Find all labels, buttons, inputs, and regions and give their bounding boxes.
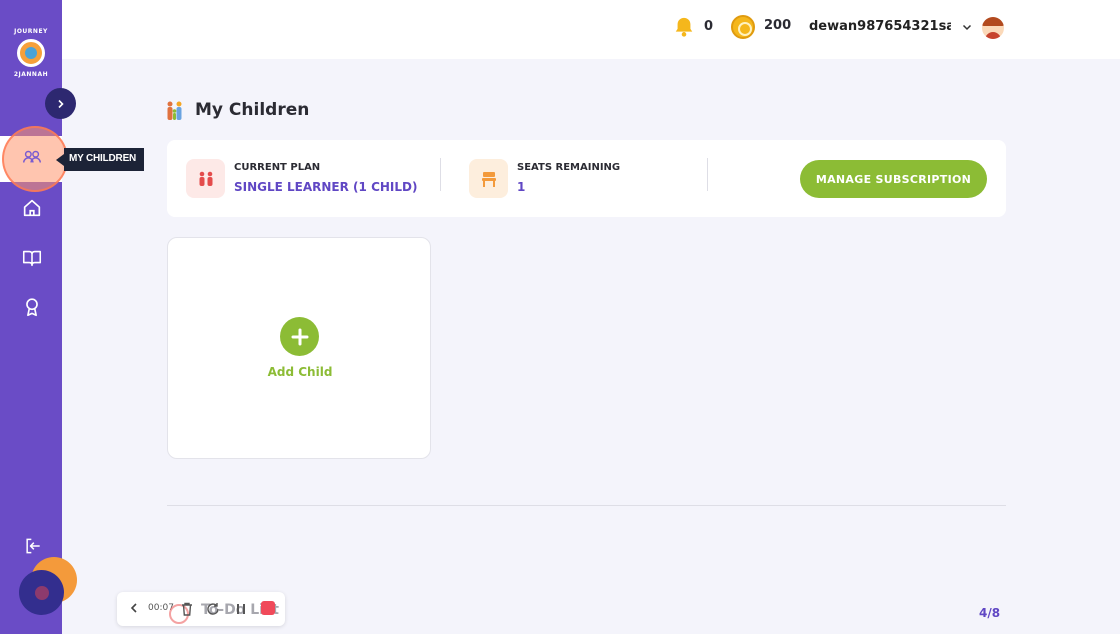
plan-card: CURRENT PLAN SINGLE LEARNER (1 CHILD) SE… <box>167 140 1006 217</box>
restart-icon[interactable] <box>205 601 221 617</box>
people-icon <box>199 171 212 186</box>
trash-icon[interactable] <box>179 601 195 617</box>
chevron-down-icon[interactable] <box>961 21 973 33</box>
current-plan-label: CURRENT PLAN <box>234 162 321 173</box>
current-plan-value: SINGLE LEARNER (1 CHILD) <box>234 180 418 194</box>
brand-logo[interactable]: JOURNEY 2JANNAH <box>8 28 54 78</box>
book-icon[interactable] <box>21 247 43 269</box>
notification-count: 0 <box>704 19 714 34</box>
manage-subscription-button[interactable]: MANAGE SUBSCRIPTION <box>800 160 987 198</box>
children-icon[interactable] <box>21 146 43 168</box>
divider <box>440 158 441 191</box>
add-child-label: Add Child <box>267 365 333 379</box>
family-icon <box>167 101 182 120</box>
coin-icon <box>731 15 755 39</box>
pause-icon[interactable] <box>233 601 249 617</box>
stop-icon[interactable] <box>261 601 275 615</box>
record-button[interactable] <box>19 570 64 615</box>
chevron-right-icon <box>57 99 64 108</box>
avatar[interactable] <box>982 17 1004 39</box>
step-counter: 4/8 <box>979 606 1001 620</box>
seats-remaining-value: 1 <box>517 180 526 194</box>
chevron-left-icon[interactable] <box>127 601 141 615</box>
record-dot-icon <box>34 585 49 600</box>
seat-icon-box <box>469 159 508 198</box>
username[interactable]: dewan987654321safarp... <box>809 19 951 34</box>
compass-icon <box>17 39 45 67</box>
recorder-toolbar: 00:07 To-Do List <box>117 592 285 626</box>
sidebar-expand-button[interactable] <box>45 88 76 119</box>
plan-icon <box>186 159 225 198</box>
coin-count: 200 <box>764 18 792 33</box>
avatar-hair <box>982 17 1004 26</box>
page-title: My Children <box>195 100 310 120</box>
logout-icon[interactable] <box>23 536 43 556</box>
logo-text-top: JOURNEY <box>14 28 48 35</box>
sidebar-tooltip: MY CHILDREN <box>55 148 145 171</box>
home-icon[interactable] <box>21 197 43 219</box>
logo-text-bottom: 2JANNAH <box>13 71 49 78</box>
divider <box>707 158 708 191</box>
desk-icon <box>481 171 496 187</box>
avatar-shirt <box>985 32 1001 39</box>
plus-icon <box>291 328 308 345</box>
section-divider <box>167 505 1006 506</box>
award-icon[interactable] <box>21 296 43 318</box>
bell-icon[interactable] <box>673 16 695 38</box>
add-child-button[interactable] <box>280 317 319 356</box>
seats-remaining-label: SEATS REMAINING <box>517 162 621 173</box>
add-child-card[interactable]: Add Child <box>167 237 431 459</box>
